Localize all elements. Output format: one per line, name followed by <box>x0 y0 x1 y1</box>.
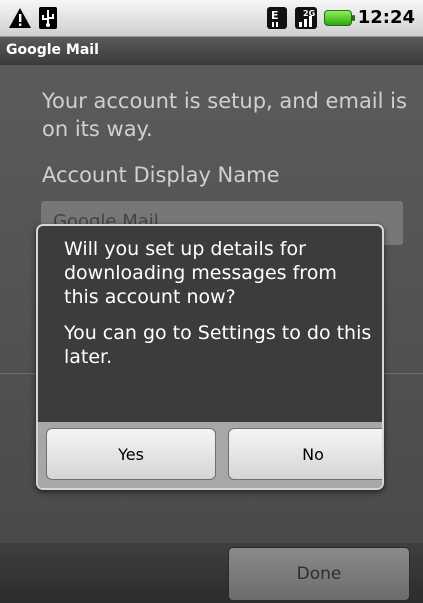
dialog-message: Will you set up details for downloading … <box>64 237 374 369</box>
dialog-message-line1: Will you set up details for downloading … <box>64 238 337 308</box>
status-left-icons <box>8 6 58 30</box>
usb-icon <box>38 6 58 30</box>
edge-signal-icon: E <box>266 6 288 30</box>
signal-bars-icon: 2G <box>294 6 318 30</box>
status-time: 12:24 <box>357 7 415 28</box>
warning-icon <box>8 7 32 29</box>
status-bar: E 2G 12:24 <box>0 0 423 37</box>
status-right-icons: E 2G 12:24 <box>266 5 415 31</box>
svg-text:E: E <box>271 9 279 22</box>
setup-intro-text: Your account is setup, and email is on i… <box>42 89 407 141</box>
app-title: Google Mail <box>6 42 99 58</box>
bottom-action-bar: Done <box>0 543 423 603</box>
yes-button[interactable]: Yes <box>46 428 216 480</box>
setup-details-dialog: Will you set up details for downloading … <box>36 224 384 490</box>
battery-icon <box>323 10 355 26</box>
app-title-bar: Google Mail <box>0 37 423 65</box>
done-button[interactable]: Done <box>228 547 410 601</box>
no-button[interactable]: No <box>228 428 382 480</box>
dialog-button-bar: Yes No <box>38 422 382 488</box>
dialog-message-line2: You can go to Settings to do this later. <box>64 322 372 368</box>
account-display-name-label: Account Display Name <box>42 163 280 187</box>
